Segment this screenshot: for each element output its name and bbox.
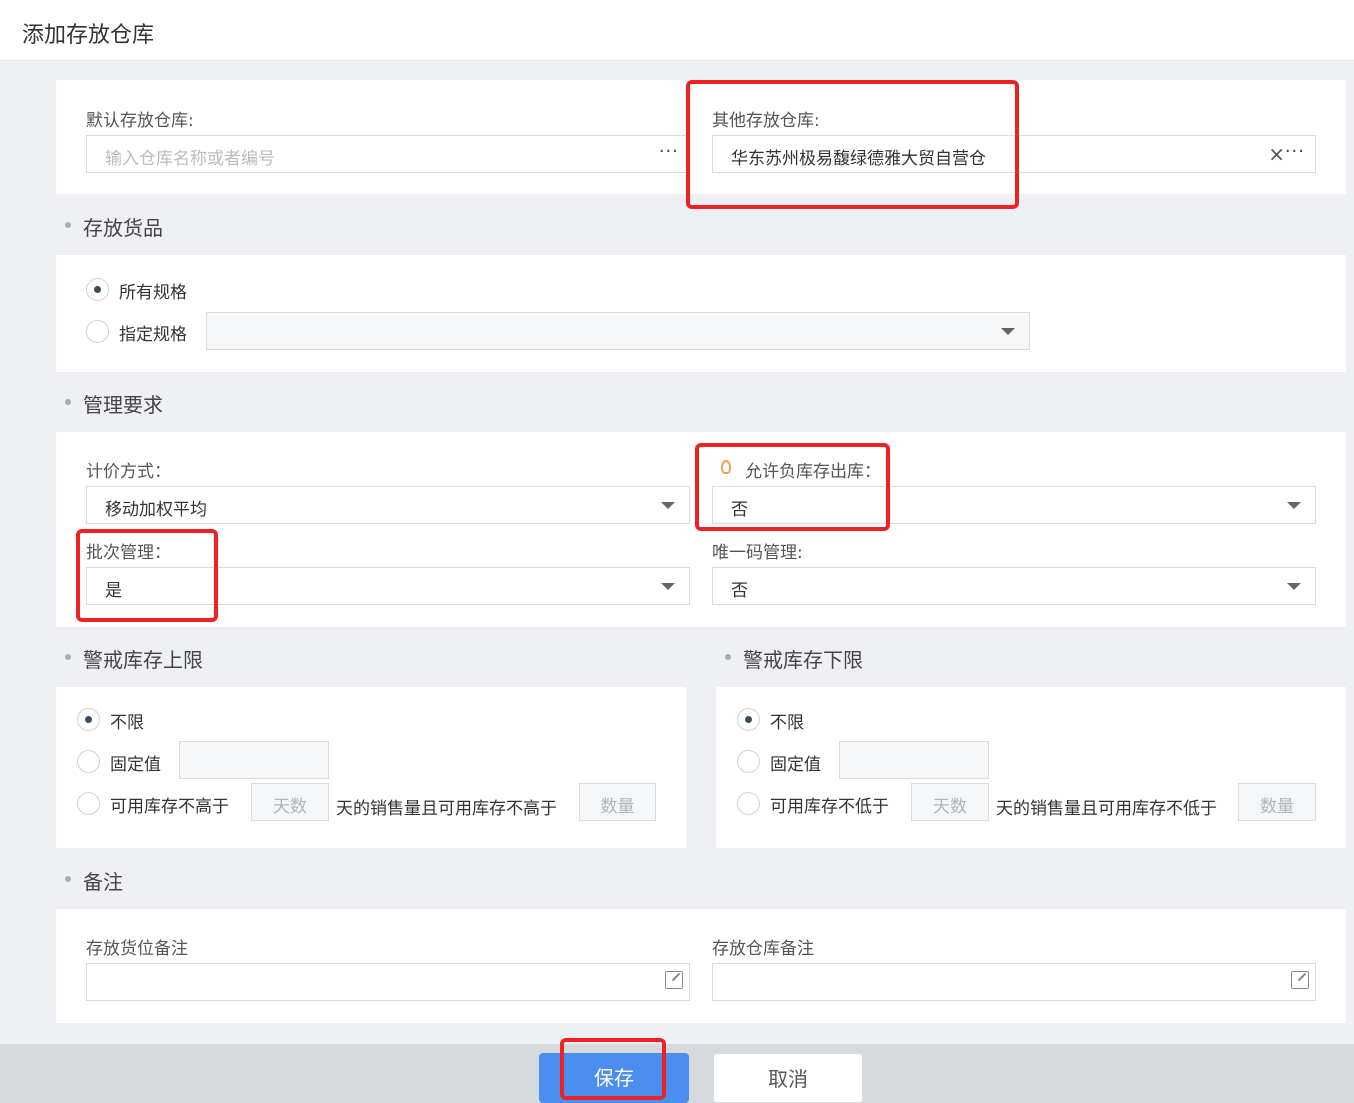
radio-all-specs[interactable] [86,278,109,301]
negative-stock-value: 否 [731,500,748,520]
chevron-down-icon [1287,502,1301,509]
warehouse-note-label: 存放仓库备注 [712,939,814,959]
default-warehouse-input[interactable]: 输入仓库名称或者编号 ··· [86,135,690,173]
upper-unlimited-label: 不限 [110,713,144,733]
save-button[interactable]: 保存 [539,1053,689,1103]
dialog-header: 添加存放仓库 [0,0,1354,61]
radio-lower-available[interactable] [737,792,760,815]
dialog-title: 添加存放仓库 [22,23,155,48]
radio-lower-unlimited[interactable] [737,708,760,731]
pricing-select[interactable]: 移动加权平均 [86,486,690,524]
lower-fixed-input[interactable] [839,741,989,779]
radio-upper-unlimited[interactable] [77,708,100,731]
section-bullet [65,399,71,405]
batch-value: 是 [105,581,122,601]
lower-days-placeholder: 天数 [933,797,967,817]
upper-qty-input[interactable]: 数量 [579,783,656,821]
upper-mid-text: 天的销售量且可用库存不高于 [336,799,557,819]
spec-select[interactable] [206,312,1030,350]
lower-qty-placeholder: 数量 [1260,797,1294,817]
unique-code-select[interactable]: 否 [712,567,1316,605]
upper-limit-section-title: 警戒库存上限 [83,648,203,672]
upper-available-label: 可用库存不高于 [110,797,229,817]
location-note-label: 存放货位备注 [86,939,188,959]
management-section-title: 管理要求 [83,393,163,417]
pricing-value: 移动加权平均 [105,500,207,520]
clear-icon[interactable]: × [1268,142,1285,166]
more-icon[interactable]: ··· [1285,141,1305,162]
default-warehouse-label: 默认存放仓库: [86,111,194,131]
section-bullet [65,876,71,882]
goods-section-title: 存放货品 [83,216,163,240]
radio-specified-specs[interactable] [86,320,109,343]
negative-stock-label: 允许负库存出库： [745,462,881,482]
lower-days-input[interactable]: 天数 [911,783,989,821]
batch-label: 批次管理： [86,543,171,563]
warehouse-note-input[interactable] [712,963,1316,1001]
radio-upper-fixed[interactable] [77,750,100,773]
pricing-label: 计价方式： [86,462,171,482]
other-warehouse-input[interactable]: 华东苏州极易馥绿德雅大贸自营仓 × ··· [712,135,1316,173]
default-warehouse-placeholder: 输入仓库名称或者编号 [105,149,275,169]
upper-days-placeholder: 天数 [273,797,307,817]
radio-upper-available[interactable] [77,792,100,815]
section-bullet [65,222,71,228]
lower-mid-text: 天的销售量且可用库存不低于 [996,799,1217,819]
lightbulb-icon [721,460,731,474]
location-note-input[interactable] [86,963,690,1001]
more-icon[interactable]: ··· [659,141,679,162]
lower-fixed-label: 固定值 [770,755,821,775]
upper-fixed-label: 固定值 [110,755,161,775]
upper-days-input[interactable]: 天数 [251,783,329,821]
specified-specs-label: 指定规格 [119,325,187,345]
upper-qty-placeholder: 数量 [600,797,635,817]
lower-unlimited-label: 不限 [770,713,804,733]
notes-section-title: 备注 [83,870,123,894]
upper-fixed-input[interactable] [179,741,329,779]
other-warehouse-value: 华东苏州极易馥绿德雅大贸自营仓 [731,149,986,169]
section-bullet [725,654,731,660]
chevron-down-icon [661,502,675,509]
batch-select[interactable]: 是 [86,567,690,605]
unique-code-label: 唯一码管理: [712,543,803,563]
lower-limit-section-title: 警戒库存下限 [743,648,863,672]
edit-icon[interactable] [665,971,683,989]
chevron-down-icon [1287,583,1301,590]
negative-stock-select[interactable]: 否 [712,486,1316,524]
section-bullet [65,654,71,660]
chevron-down-icon [661,583,675,590]
edit-icon[interactable] [1291,971,1309,989]
lower-qty-input[interactable]: 数量 [1238,783,1316,821]
radio-lower-fixed[interactable] [737,750,760,773]
lower-available-label: 可用库存不低于 [770,797,889,817]
cancel-button[interactable]: 取消 [713,1053,863,1103]
all-specs-label: 所有规格 [119,283,187,303]
unique-code-value: 否 [731,581,748,601]
other-warehouse-label: 其他存放仓库: [712,111,820,131]
chevron-down-icon [1001,328,1015,335]
